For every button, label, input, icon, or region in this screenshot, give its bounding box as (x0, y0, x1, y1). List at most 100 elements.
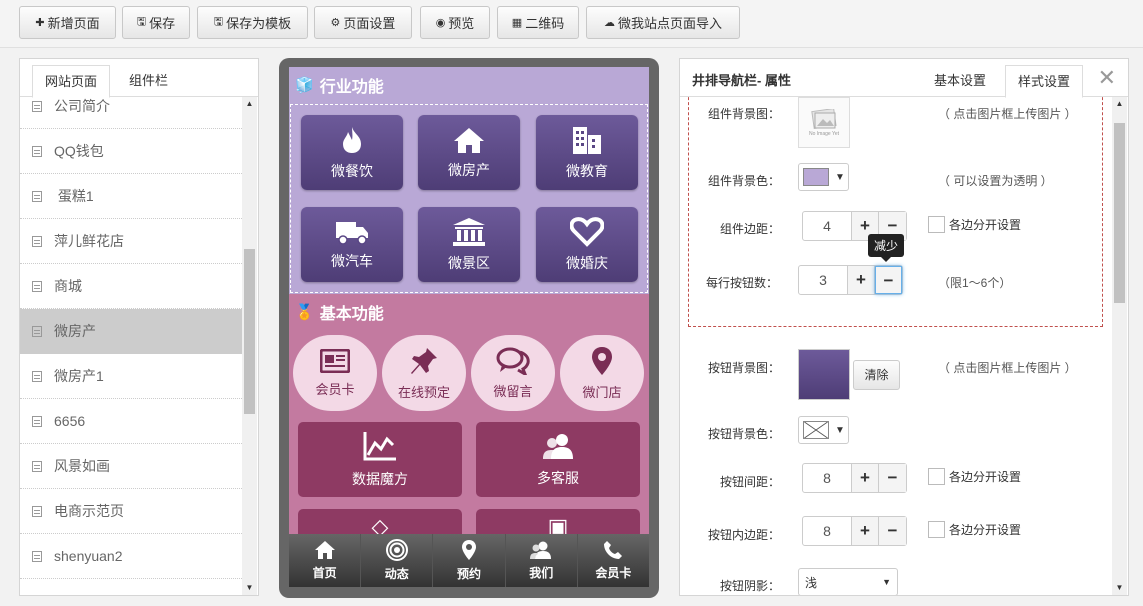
nav-button-scenic[interactable]: 微景区 (418, 207, 520, 282)
circle-button-store[interactable]: 微门店 (560, 335, 644, 411)
truck-icon (336, 221, 368, 245)
page-list-item[interactable]: 蛋糕1 (20, 174, 242, 219)
increase-button[interactable]: + (848, 266, 875, 294)
tooltip-text: 减少 (874, 239, 899, 253)
preview-button[interactable]: ◉ 预览 (420, 6, 490, 39)
widget-margin-label: 组件边距： (719, 222, 780, 236)
add-page-button[interactable]: ✚ 新增页面 (19, 6, 116, 39)
bottom-nav-home[interactable]: 首页 (289, 534, 362, 587)
button-spacing-stepper[interactable]: 8 + − (802, 463, 907, 493)
close-icon[interactable]: ✕ (1098, 65, 1116, 91)
bottom-nav-label: 会员卡 (595, 566, 632, 580)
qrcode-icon: ▦ (511, 17, 523, 29)
no-image-text: No Image Yet (808, 130, 840, 137)
square-button-customer-service[interactable]: 多客服 (476, 422, 640, 497)
increase-button[interactable]: + (852, 464, 879, 492)
plus-icon: ✚ (35, 17, 45, 29)
button-padding-stepper[interactable]: 8 + − (802, 516, 907, 546)
widget-bg-color-label: 组件背景色： (707, 174, 780, 188)
page-list-item[interactable]: 电商示范页 (20, 489, 242, 534)
qrcode-button[interactable]: ▦ 二维码 (497, 6, 579, 39)
checkbox[interactable] (928, 216, 945, 233)
clear-button[interactable]: 清除 (853, 360, 900, 390)
widget-margin-separate-checkbox[interactable]: 各边分开设置 (928, 216, 1021, 233)
page-list-item[interactable]: 商城 (20, 264, 242, 309)
decrease-button[interactable]: − (875, 266, 902, 294)
circle-button-booking[interactable]: 在线预定 (382, 335, 466, 411)
bottom-nav-label: 预约 (457, 567, 482, 581)
widget-margin-value[interactable]: 4 (803, 212, 852, 240)
users-icon (530, 541, 552, 559)
buttons-per-row-stepper[interactable]: 3 + − (798, 265, 903, 295)
page-list-item[interactable]: 公司简介 (20, 84, 242, 129)
scroll-up-arrow-icon[interactable]: ▲ (1112, 97, 1127, 111)
save-button[interactable]: 🖫 保存 (122, 6, 190, 39)
button-padding-value[interactable]: 8 (803, 517, 852, 545)
button-bg-image-preview[interactable] (798, 349, 850, 400)
page-list-item[interactable]: 风景如画 (20, 444, 242, 489)
checkbox[interactable] (928, 468, 945, 485)
properties-scrollbar[interactable]: ▲ ▼ (1112, 97, 1127, 595)
tab-style-settings[interactable]: 样式设置 (1005, 65, 1084, 98)
circle-button-message[interactable]: 微留言 (471, 335, 555, 411)
nav-button-label: 微婚庆 (566, 254, 608, 271)
medal-icon: 🏅 (295, 304, 314, 321)
increase-button[interactable]: + (852, 517, 879, 545)
buttons-per-row-value[interactable]: 3 (799, 266, 848, 294)
widget-bg-image-picker[interactable]: No Image Yet (798, 97, 850, 148)
scroll-up-arrow-icon[interactable]: ▲ (242, 97, 257, 111)
page-icon (32, 100, 42, 112)
page-list-item[interactable]: 微房产1 (20, 354, 242, 399)
nav-button-realestate[interactable]: 微房产 (418, 115, 520, 190)
heart-icon (570, 216, 604, 247)
floppy-icon: 🖫 (213, 16, 224, 28)
button-spacing-value[interactable]: 8 (803, 464, 852, 492)
nav-button-label: 微房产 (448, 161, 490, 178)
button-spacing-separate-checkbox[interactable]: 各边分开设置 (928, 468, 1021, 485)
scroll-down-arrow-icon[interactable]: ▼ (1112, 581, 1127, 595)
bottom-nav-booking[interactable]: 预约 (433, 534, 506, 587)
industry-section[interactable]: 🧊 行业功能 微餐饮 微房产 微教育 微汽车 微景区 微婚庆 (289, 67, 649, 294)
button-shadow-select[interactable]: 浅 ▼ (798, 568, 898, 595)
tab-basic-settings[interactable]: 基本设置 (922, 65, 998, 98)
checkbox-label: 各边分开设置 (949, 523, 1022, 537)
page-list-item[interactable]: 萍儿鲜花店 (20, 219, 242, 264)
page-label: 微房产1 (54, 368, 104, 384)
decrease-button[interactable]: − (879, 517, 906, 545)
scroll-down-arrow-icon[interactable]: ▼ (242, 581, 257, 595)
page-list-item[interactable]: shenyuan2 (20, 534, 242, 579)
square-button-data-cube[interactable]: 数据魔方 (298, 422, 462, 497)
decrease-button[interactable]: − (879, 464, 906, 492)
import-button[interactable]: ☁ 微我站点页面导入 (586, 6, 740, 39)
nav-button-car[interactable]: 微汽车 (301, 207, 403, 282)
users-icon (543, 433, 573, 459)
page-settings-label: 页面设置 (343, 16, 396, 31)
checkbox[interactable] (928, 521, 945, 538)
button-padding-separate-checkbox[interactable]: 各边分开设置 (928, 521, 1021, 538)
scrollbar-thumb[interactable] (244, 249, 255, 414)
widget-bg-color-picker[interactable]: ▼ (798, 163, 849, 191)
page-list-scrollbar[interactable]: ▲ ▼ (242, 97, 257, 595)
button-shadow-label: 按钮阴影： (719, 579, 780, 593)
page-list-item-selected[interactable]: 微房产 (20, 309, 242, 354)
nav-button-wedding[interactable]: 微婚庆 (536, 207, 638, 282)
scrollbar-thumb[interactable] (1114, 123, 1125, 303)
map-marker-icon (462, 540, 476, 560)
properties-title: 井排导航栏- 属性 (692, 73, 791, 88)
page-icon (32, 370, 42, 382)
bottom-nav-news[interactable]: 动态 (361, 534, 434, 587)
page-label: shenyuan2 (54, 548, 123, 564)
page-list-item[interactable]: QQ钱包 (20, 129, 242, 174)
save-template-button[interactable]: 🖫 保存为模板 (197, 6, 308, 39)
page-settings-button[interactable]: ⚙ 页面设置 (314, 6, 412, 39)
circle-button-label: 在线预定 (397, 384, 450, 400)
circle-button-member-card[interactable]: 会员卡 (293, 335, 377, 411)
button-spacing-label: 按钮间距： (719, 475, 780, 489)
page-list-item[interactable]: 6656 (20, 399, 242, 444)
page-icon (32, 145, 42, 157)
nav-button-education[interactable]: 微教育 (536, 115, 638, 190)
button-bg-color-picker[interactable]: ▼ (798, 416, 849, 444)
bottom-nav-about[interactable]: 我们 (506, 534, 578, 587)
nav-button-restaurant[interactable]: 微餐饮 (301, 115, 403, 190)
bottom-nav-member[interactable]: 会员卡 (578, 534, 649, 587)
